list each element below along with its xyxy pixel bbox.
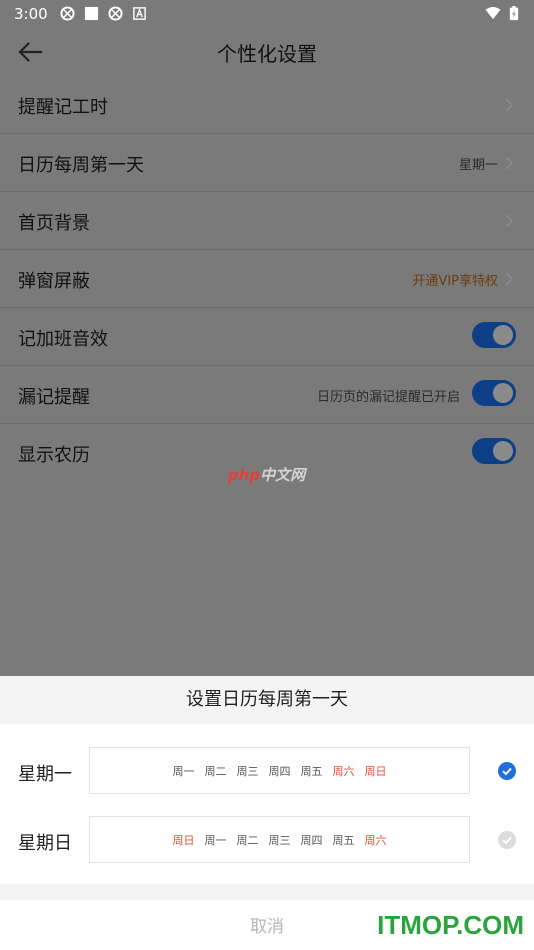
setting-label: 提醒记工时: [18, 97, 108, 118]
settings-list: 提醒记工时 日历每周第一天 星期一 首页背景 弹窗屏蔽 开通VIP享特权 记加班…: [0, 76, 534, 482]
setting-label: 弹窗屏蔽: [18, 271, 90, 292]
overtime-sound-toggle[interactable]: [472, 322, 516, 348]
setting-label: 显示农历: [18, 445, 90, 466]
missed-reminder-toggle[interactable]: [472, 380, 516, 406]
setting-week-start[interactable]: 日历每周第一天 星期一: [0, 134, 534, 192]
day-label: 周一: [172, 765, 195, 778]
day-label-weekend: 周六: [332, 765, 355, 778]
day-label: 周五: [300, 765, 323, 778]
day-label: 周一: [204, 834, 227, 847]
setting-remind-hours[interactable]: 提醒记工时: [0, 76, 534, 134]
week-start-sheet: 设置日历每周第一天 星期一 周一 周二 周三 周四 周五 周六 周日 星期日 周日 周一 周二周…: [0, 676, 534, 950]
chevron-right-icon: [505, 156, 514, 170]
option-monday[interactable]: 星期一 周一 周二 周三 周四 周五 周六 周日: [0, 747, 534, 795]
week-days: 周日 周一 周二 周三 周四 周五 周六: [90, 832, 469, 848]
day-label: 周五: [332, 834, 355, 847]
day-label-weekend: 周日: [172, 834, 195, 847]
setting-label: 首页背景: [18, 213, 90, 234]
day-label: 周四: [300, 834, 323, 847]
watermark-cn: 中文网: [260, 466, 306, 484]
setting-popup-block[interactable]: 弹窗屏蔽 开通VIP享特权: [0, 250, 534, 308]
setting-home-background[interactable]: 首页背景: [0, 192, 534, 250]
toggle-knob: [493, 441, 513, 461]
chevron-right-icon: [505, 98, 514, 112]
week-preview: 周日 周一 周二 周三 周四 周五 周六: [89, 816, 470, 863]
square-notification-icon: [84, 6, 99, 21]
app-notification-icon-2: [108, 6, 123, 21]
day-label: 周四: [268, 765, 291, 778]
sheet-title: 设置日历每周第一天: [0, 676, 534, 724]
app-notification-icon: [60, 6, 75, 21]
setting-hint: 日历页的漏记提醒已开启: [316, 390, 460, 405]
lunar-calendar-toggle[interactable]: [472, 438, 516, 464]
setting-label: 日历每周第一天: [18, 155, 144, 176]
vip-promo-text: 开通VIP享特权: [412, 274, 498, 289]
check-unselected-icon[interactable]: [498, 831, 516, 849]
week-days: 周一 周二 周三 周四 周五 周六 周日: [90, 763, 469, 779]
option-label: 星期一: [18, 764, 72, 785]
setting-label: 记加班音效: [18, 329, 108, 350]
status-bar: 3:00: [0, 0, 534, 28]
setting-value: 星期一: [458, 158, 498, 173]
php-watermark: php中文网: [228, 464, 305, 485]
check-selected-icon[interactable]: [498, 762, 516, 780]
toggle-knob: [493, 325, 513, 345]
wifi-icon: [485, 6, 501, 20]
font-notification-icon: [133, 7, 146, 20]
setting-label: 漏记提醒: [18, 387, 90, 408]
chevron-right-icon: [505, 272, 514, 286]
day-label-weekend: 周六: [364, 834, 387, 847]
setting-missed-reminder: 漏记提醒 日历页的漏记提醒已开启: [0, 366, 534, 424]
day-label-weekend: 周日: [364, 765, 387, 778]
day-label: 周二: [204, 765, 227, 778]
chevron-right-icon: [505, 214, 514, 228]
battery-icon: [509, 6, 519, 21]
app-header: 个性化设置: [0, 28, 534, 76]
setting-overtime-sound: 记加班音效: [0, 308, 534, 366]
toggle-knob: [493, 383, 513, 403]
option-sunday[interactable]: 星期日 周日 周一 周二 周三 周四 周五 周六: [0, 816, 534, 864]
option-label: 星期日: [18, 833, 72, 854]
day-label: 周三: [236, 765, 259, 778]
sheet-separator: [0, 884, 534, 900]
status-time: 3:00: [14, 5, 48, 23]
itmop-watermark: ITMOP.COM: [377, 910, 524, 940]
day-label: 周二: [236, 834, 259, 847]
week-preview: 周一 周二 周三 周四 周五 周六 周日: [89, 747, 470, 794]
day-label: 周三: [268, 834, 291, 847]
watermark-php: php: [228, 466, 261, 484]
page-title: 个性化设置: [217, 42, 317, 66]
dim-overlay[interactable]: [0, 480, 534, 676]
